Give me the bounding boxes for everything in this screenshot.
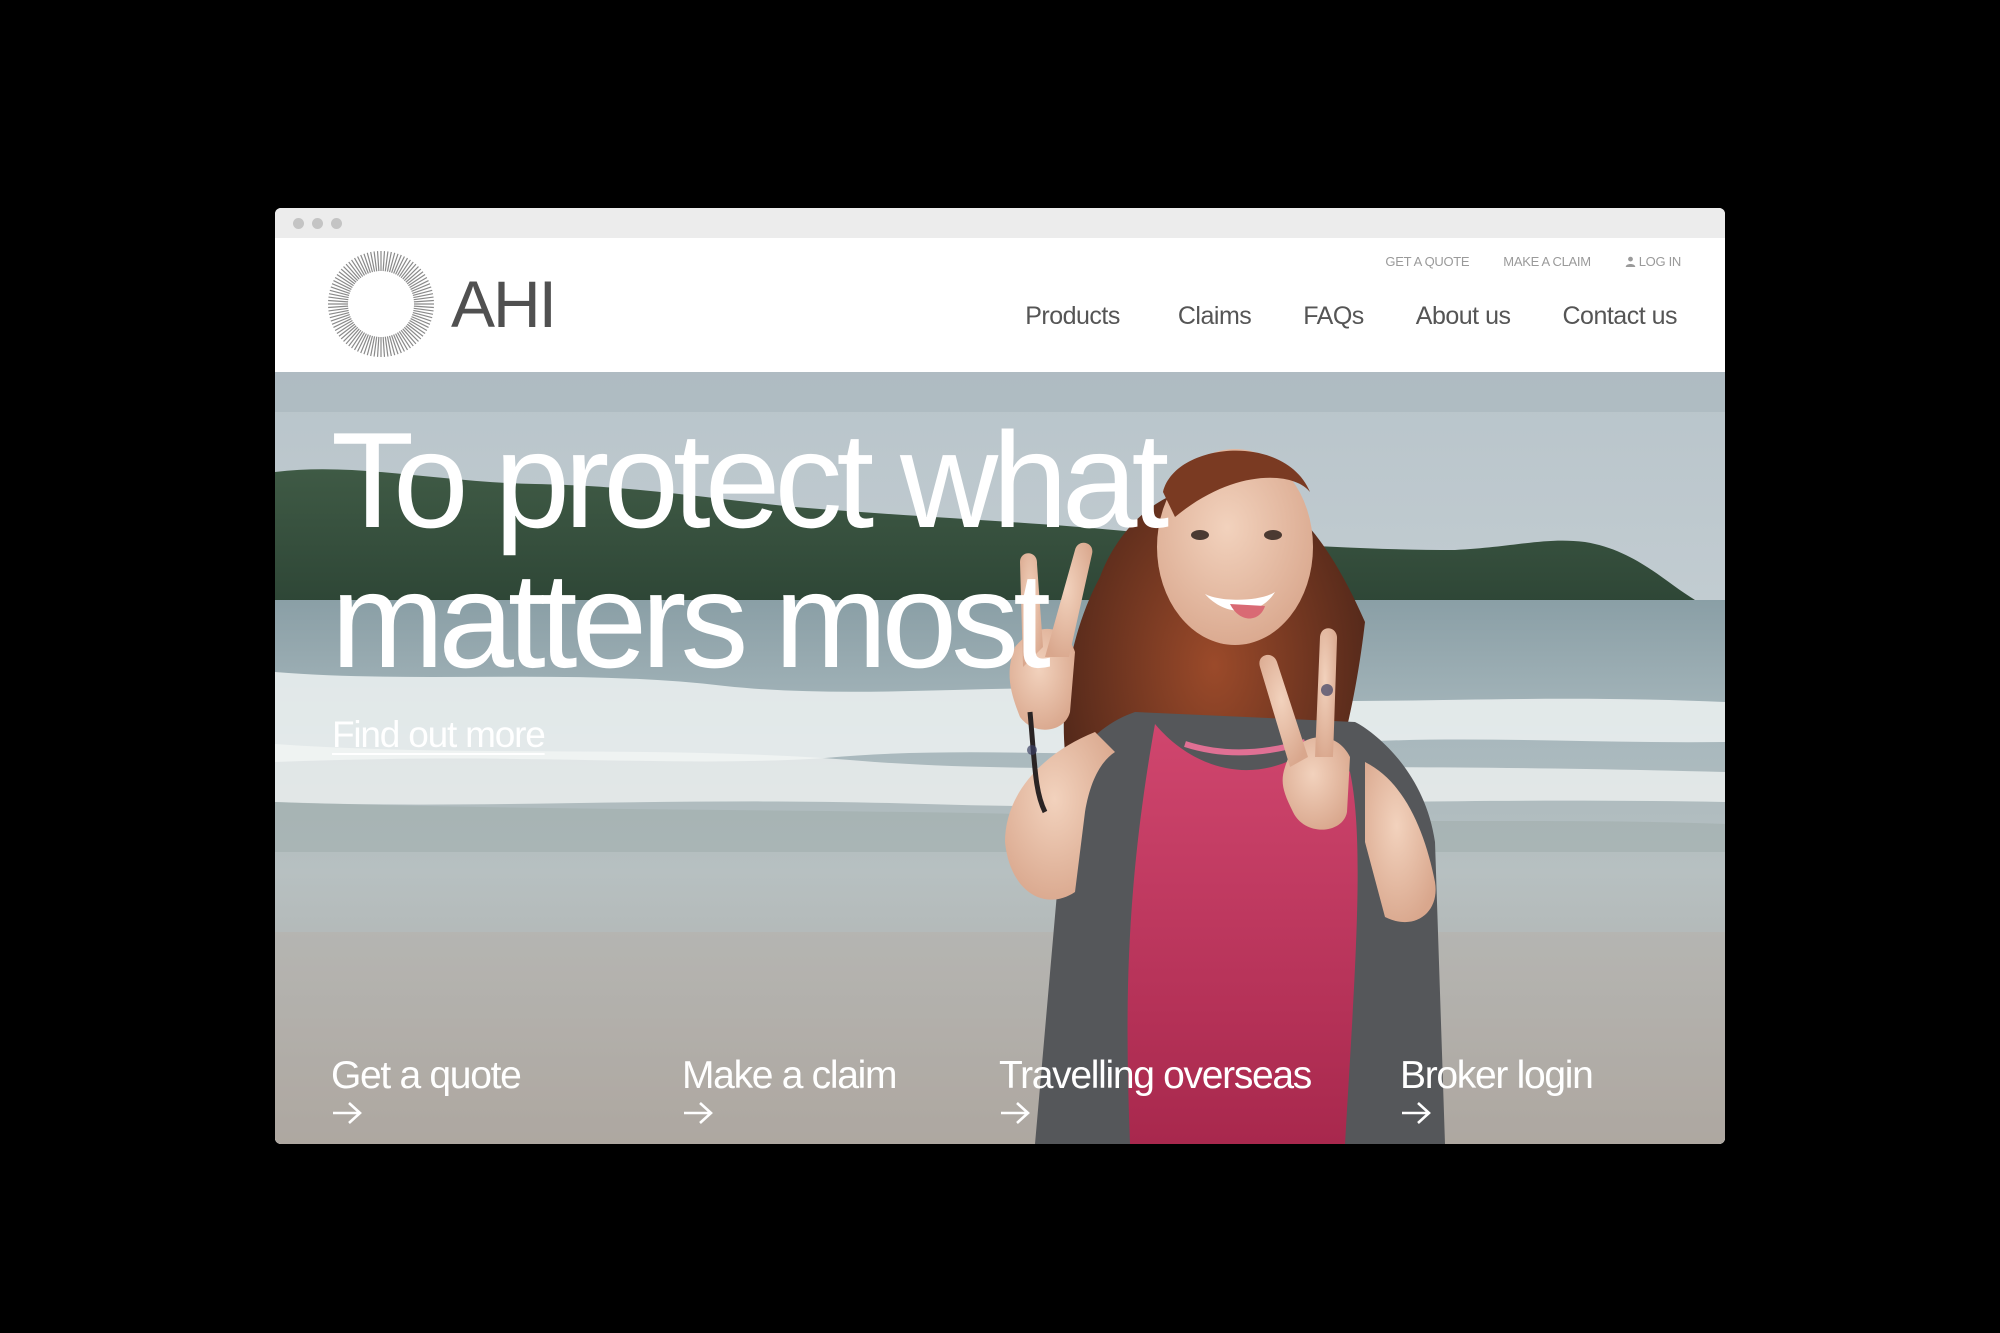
user-icon	[1625, 256, 1636, 267]
arrow-right-icon	[1001, 1102, 1030, 1124]
nav-claims[interactable]: Claims	[1178, 302, 1252, 331]
hero-headline: To protect what matters most	[331, 410, 1231, 690]
window-close-dot[interactable]	[293, 217, 304, 229]
hero-headline-line-2: matters most	[331, 544, 1051, 696]
quick-link-label: Make a claim	[682, 1054, 897, 1097]
hero-section: To protect what matters most Find out mo…	[275, 372, 1725, 1144]
utility-nav: GET A QUOTE MAKE A CLAIM LOG IN	[1385, 254, 1681, 269]
quick-links: Get a quote Make a claim Travelling over…	[331, 1054, 1721, 1134]
sunburst-ring-icon	[328, 251, 434, 357]
brand-name: AHI	[451, 267, 557, 341]
hero-headline-line-1: To protect what	[331, 404, 1169, 556]
brand-logo[interactable]: AHI	[327, 250, 557, 358]
nav-about-us[interactable]: About us	[1416, 302, 1511, 331]
nav-contact-us[interactable]: Contact us	[1562, 302, 1677, 331]
quick-link-make-claim[interactable]: Make a claim	[682, 1054, 897, 1126]
browser-window: AHI GET A QUOTE MAKE A CLAIM LOG IN Prod…	[275, 208, 1725, 1144]
arrow-right-icon	[684, 1102, 713, 1124]
site-header: AHI GET A QUOTE MAKE A CLAIM LOG IN Prod…	[275, 238, 1725, 372]
arrow-right-icon	[1402, 1102, 1431, 1124]
nav-products[interactable]: Products	[1025, 302, 1120, 331]
quick-link-label: Get a quote	[331, 1054, 522, 1097]
window-maximize-dot[interactable]	[331, 217, 342, 229]
utility-login-link[interactable]: LOG IN	[1625, 254, 1681, 269]
login-label: LOG IN	[1638, 254, 1682, 269]
browser-chrome-bar	[275, 208, 1725, 238]
quick-link-label: Travelling overseas	[999, 1054, 1312, 1097]
quick-link-broker-login[interactable]: Broker login	[1400, 1054, 1594, 1126]
find-out-more-link[interactable]: Find out more	[332, 714, 546, 756]
quick-link-travelling-overseas[interactable]: Travelling overseas	[999, 1054, 1312, 1126]
nav-faqs[interactable]: FAQs	[1303, 302, 1364, 331]
window-minimize-dot[interactable]	[312, 217, 323, 229]
main-nav: Products Claims FAQs About us Contact us	[1025, 302, 1677, 331]
quick-link-get-quote[interactable]: Get a quote	[331, 1054, 522, 1126]
quick-link-label: Broker login	[1400, 1054, 1594, 1097]
utility-make-claim-link[interactable]: MAKE A CLAIM	[1503, 254, 1591, 269]
arrow-right-icon	[333, 1102, 362, 1124]
utility-get-quote-link[interactable]: GET A QUOTE	[1385, 254, 1469, 269]
